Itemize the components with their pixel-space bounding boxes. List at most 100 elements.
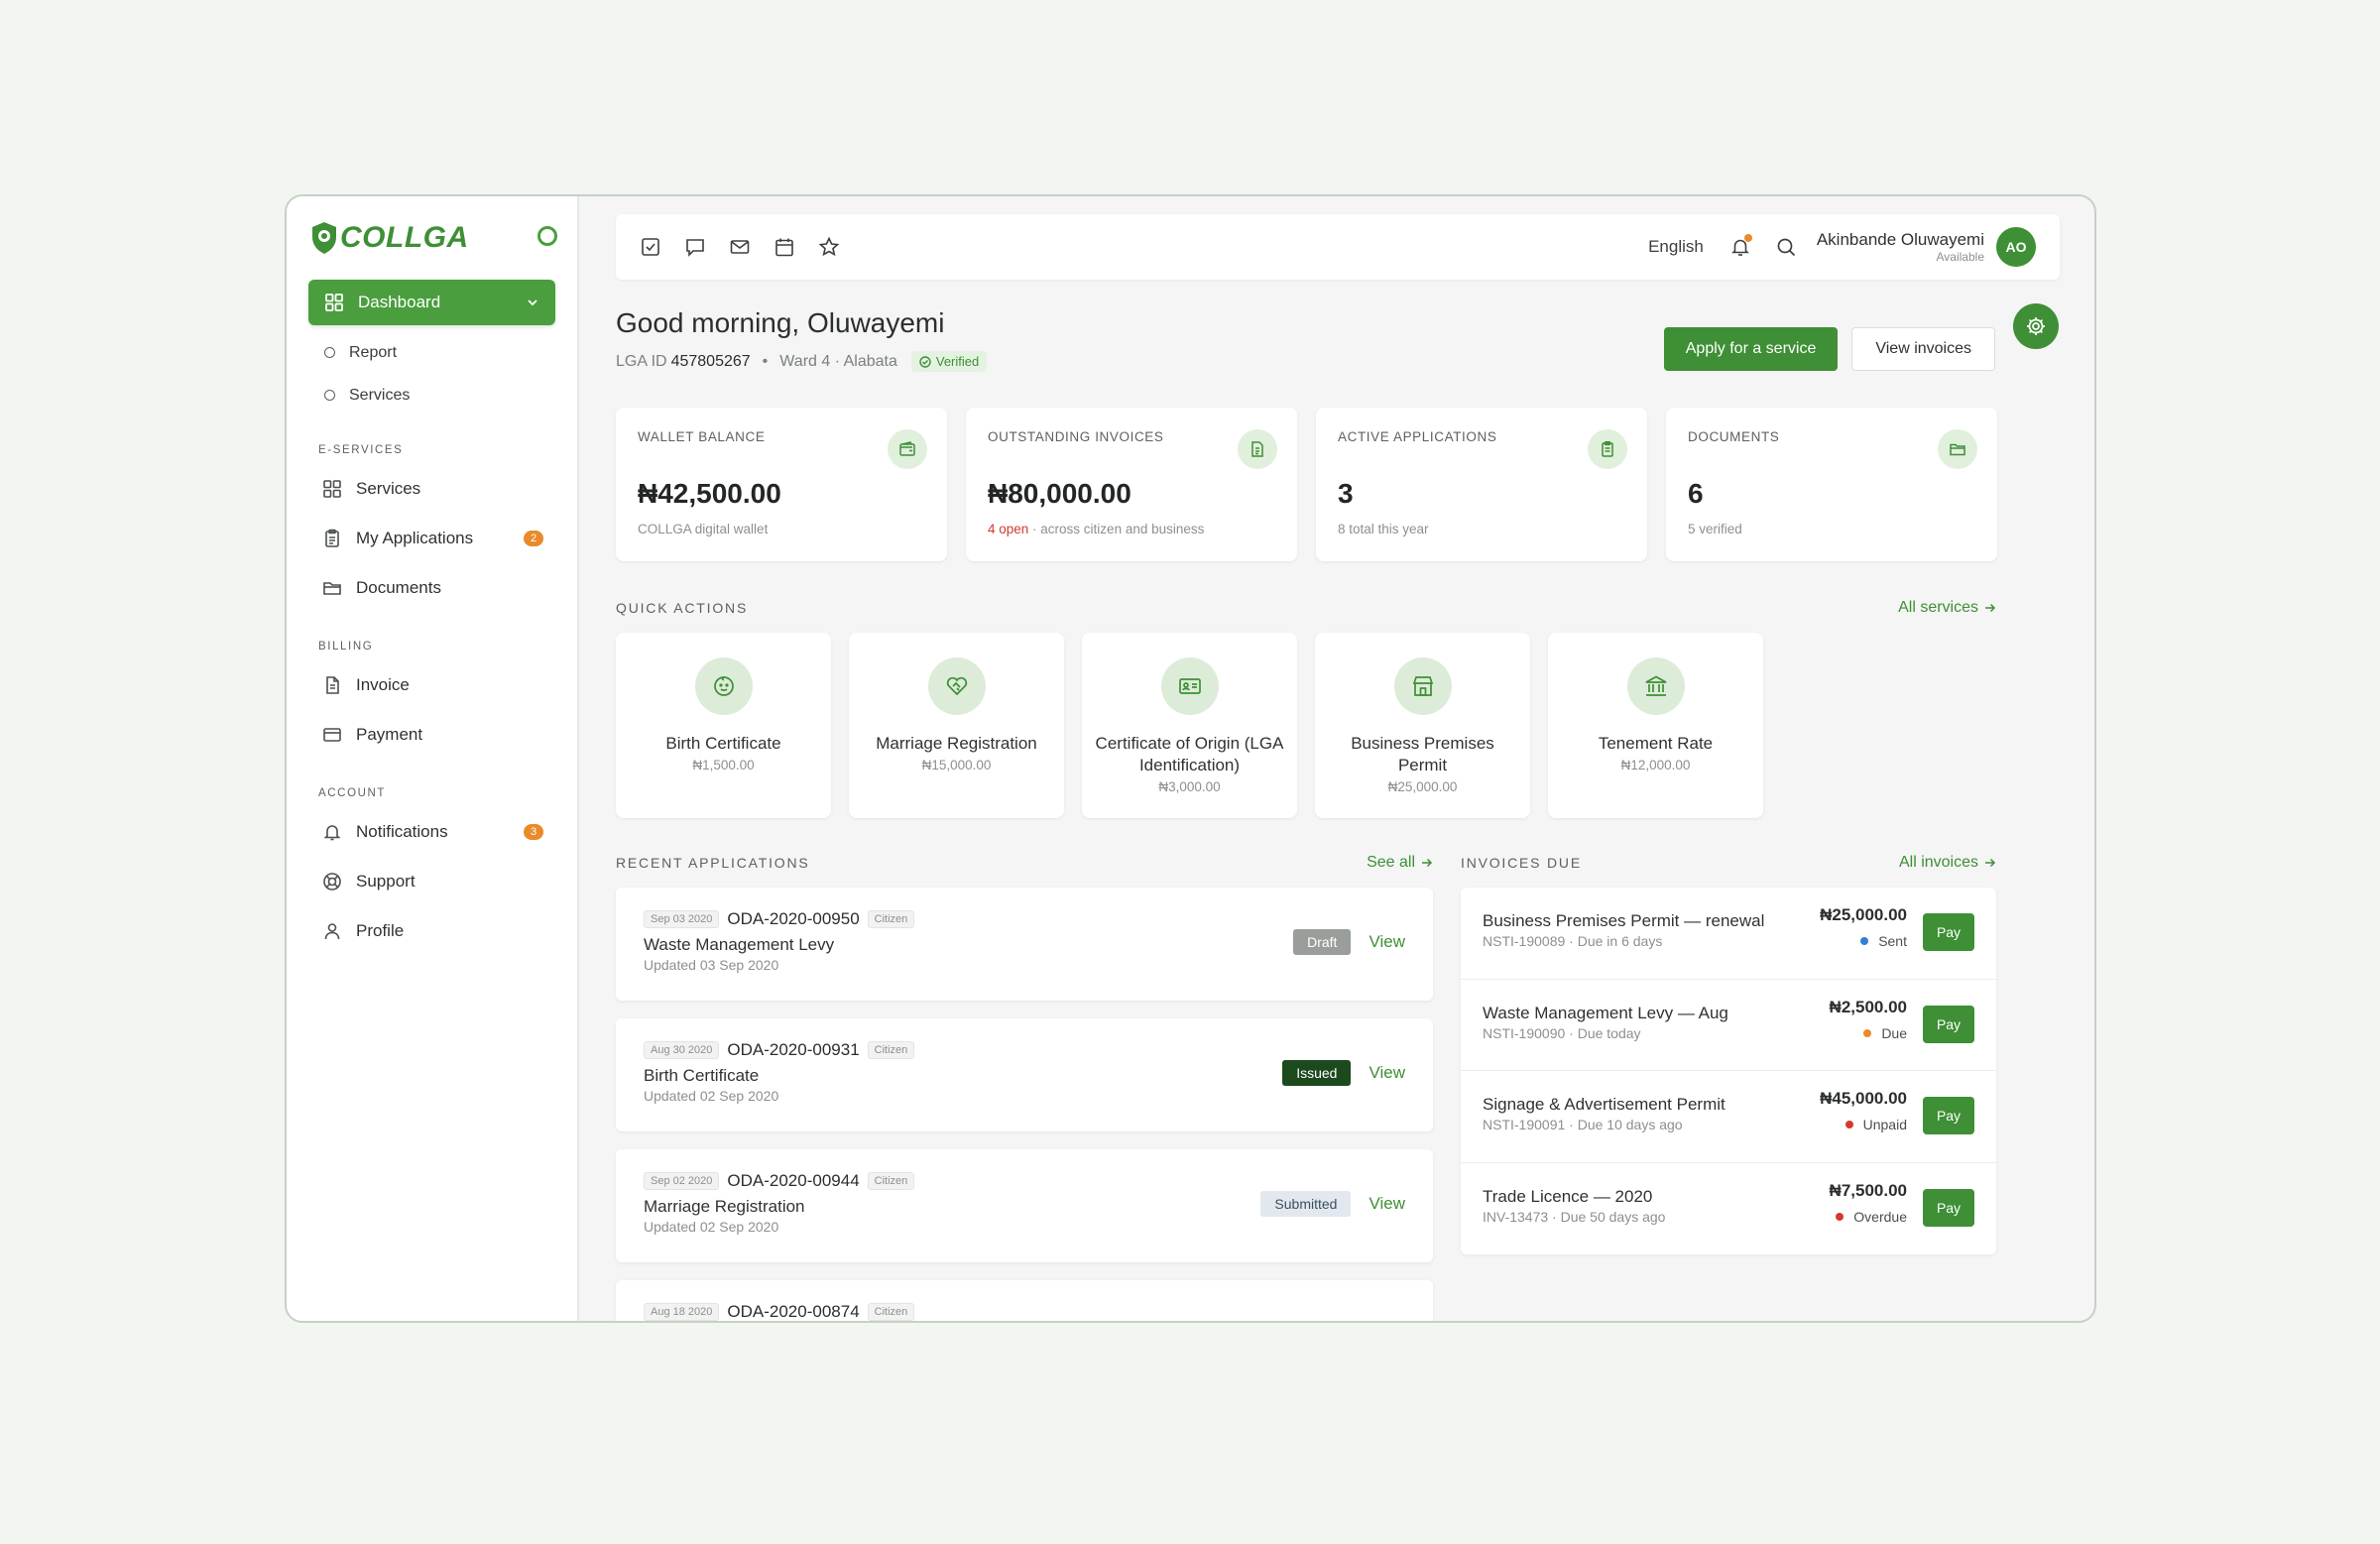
sidebar-item-services[interactable]: Services: [308, 464, 555, 514]
stat-card-outstanding-invoices[interactable]: OUTSTANDING INVOICES ₦80,000.00 4 open ·…: [966, 408, 1297, 561]
baby-icon: [694, 657, 753, 715]
quick-action-marriage-registration[interactable]: Marriage Registration ₦15,000.00: [849, 633, 1064, 818]
language-selector[interactable]: English: [1648, 237, 1704, 257]
invoice-status: Due: [1830, 1025, 1907, 1041]
status-indicator-icon: [537, 226, 557, 246]
date-pill: Sep 03 2020: [644, 910, 720, 928]
sidebar-item-label: My Applications: [356, 529, 474, 547]
sidebar-item-profile[interactable]: Profile: [308, 906, 555, 956]
bell-icon: [323, 825, 341, 841]
invoice-row[interactable]: Signage & Advertisement Permit NSTI-1900…: [1461, 1071, 1996, 1163]
link-label: All services: [1898, 599, 1978, 616]
stat-label: DOCUMENTS: [1688, 429, 1780, 444]
sidebar-item-dashboard[interactable]: Dashboard: [308, 280, 555, 325]
view-link[interactable]: View: [1368, 932, 1405, 952]
apply-service-button[interactable]: Apply for a service: [1663, 327, 1839, 371]
see-all-link[interactable]: See all: [1367, 854, 1433, 872]
pay-button[interactable]: Pay: [1923, 1005, 1974, 1043]
lga-id-label: LGA ID: [616, 352, 667, 370]
application-card[interactable]: Sep 03 2020 ODA-2020-00950 Citizen Waste…: [616, 888, 1433, 1001]
invoices-due: INVOICES DUE All invoices Business Premi…: [1461, 854, 1996, 1321]
application-header: Aug 18 2020 ODA-2020-00874 Citizen: [644, 1302, 1405, 1321]
header-actions: Apply for a service View invoices: [1663, 327, 1995, 371]
application-card[interactable]: Sep 02 2020 ODA-2020-00944 Citizen Marri…: [616, 1149, 1433, 1262]
pay-button[interactable]: Pay: [1923, 1097, 1974, 1134]
count-badge: 2: [524, 531, 543, 546]
open-count: 4 open: [988, 522, 1029, 536]
stat-subtext: 4 open · across citizen and business: [988, 522, 1275, 536]
sidebar-item-invoice[interactable]: Invoice: [308, 660, 555, 710]
application-card[interactable]: Aug 18 2020 ODA-2020-00874 Citizen: [616, 1280, 1433, 1321]
stat-value: ₦42,500.00: [638, 478, 781, 509]
verified-badge: Verified: [910, 351, 988, 372]
status-label: Unpaid: [1862, 1117, 1907, 1132]
quick-action-certificate-of-origin[interactable]: Certificate of Origin (LGA Identificatio…: [1082, 633, 1297, 818]
all-services-link[interactable]: All services: [1898, 599, 1996, 617]
user-info[interactable]: Akinbande Oluwayemi Available: [1817, 230, 1984, 264]
invoice-amount: ₦45,000.00: [1820, 1089, 1907, 1108]
application-id: ODA-2020-00931: [727, 1040, 860, 1059]
invoice-row[interactable]: Waste Management Levy — Aug NSTI-190090 …: [1461, 980, 1996, 1071]
application-card[interactable]: Aug 30 2020 ODA-2020-00931 Citizen Birth…: [616, 1018, 1433, 1131]
lifebuoy-icon: [323, 873, 341, 891]
ward-text: Ward 4 · Alabata: [779, 352, 897, 370]
status-dot: [1836, 1212, 1844, 1221]
quick-action-birth-certificate[interactable]: Birth Certificate ₦1,500.00: [616, 633, 831, 818]
calendar-icon[interactable]: [774, 236, 795, 258]
top-toolbar: English Akinbande Oluwayemi Available AO: [616, 214, 2060, 280]
quick-action-business-premises-permit[interactable]: Business Premises Permit ₦25,000.00: [1315, 633, 1530, 818]
stat-subtext-label: 8 total this year: [1338, 522, 1429, 536]
section-title: RECENT APPLICATIONS: [616, 855, 810, 871]
sidebar-section-title: E-SERVICES: [318, 444, 404, 456]
stat-value: 6: [1688, 478, 1704, 509]
sidebar-subitem-services[interactable]: Services: [308, 374, 555, 416]
section-title: QUICK ACTIONS: [616, 600, 749, 616]
stat-label: ACTIVE APPLICATIONS: [1338, 429, 1497, 444]
star-icon[interactable]: [818, 236, 840, 258]
wallet-icon: [888, 429, 927, 469]
notifications-button[interactable]: [1729, 234, 1752, 258]
invoice-row[interactable]: Business Premises Permit — renewal NSTI-…: [1461, 888, 1996, 980]
notification-dot: [1743, 234, 1752, 242]
sidebar-item-documents[interactable]: Documents: [308, 563, 555, 613]
sidebar-item-support[interactable]: Support: [308, 857, 555, 906]
view-link[interactable]: View: [1368, 1063, 1405, 1083]
logo[interactable]: COLLGA: [310, 218, 555, 258]
sidebar-item-notifications[interactable]: Notifications 3: [308, 807, 555, 857]
search-icon[interactable]: [1775, 236, 1797, 258]
status-badge: Issued: [1282, 1060, 1352, 1086]
all-invoices-link[interactable]: All invoices: [1899, 854, 1996, 872]
chevron-down-icon: [528, 299, 537, 306]
type-pill: Citizen: [867, 1041, 915, 1059]
grid-icon: [325, 294, 343, 311]
sidebar-item-my-applications[interactable]: My Applications 2: [308, 514, 555, 563]
checkbox-icon[interactable]: [640, 236, 661, 258]
application-actions: Issued View: [1282, 1060, 1405, 1086]
pay-button[interactable]: Pay: [1923, 913, 1974, 951]
invoice-amount: ₦25,000.00: [1820, 905, 1907, 924]
status-label: Sent: [1878, 933, 1907, 949]
stat-card-documents[interactable]: DOCUMENTS 6 5 verified: [1666, 408, 1997, 561]
stat-card-wallet[interactable]: WALLET BALANCE ₦42,500.00 COLLGA digital…: [616, 408, 947, 561]
invoice-amount-block: ₦45,000.00 Unpaid: [1820, 1089, 1907, 1132]
bank-icon: [1626, 657, 1685, 715]
mail-icon[interactable]: [729, 236, 751, 258]
view-link[interactable]: View: [1368, 1194, 1405, 1214]
quick-action-price: ₦15,000.00: [921, 758, 992, 772]
sidebar-item-payment[interactable]: Payment: [308, 710, 555, 760]
avatar[interactable]: AO: [1996, 227, 2036, 267]
view-invoices-button[interactable]: View invoices: [1851, 327, 1995, 371]
quick-action-tenement-rate[interactable]: Tenement Rate ₦12,000.00: [1548, 633, 1763, 818]
pay-button[interactable]: Pay: [1923, 1188, 1974, 1227]
quick-action-price: ₦12,000.00: [1620, 758, 1691, 772]
lga-id-value: 457805267: [670, 352, 751, 370]
stat-card-active-applications[interactable]: ACTIVE APPLICATIONS 3 8 total this year: [1316, 408, 1647, 561]
quick-action-name: Business Premises Permit: [1351, 734, 1494, 774]
sidebar-section-title: BILLING: [318, 641, 374, 653]
chat-icon[interactable]: [684, 236, 706, 258]
arrow-right-icon: [1985, 858, 1996, 868]
settings-button[interactable]: [2013, 303, 2059, 349]
sidebar-subitem-report[interactable]: Report: [308, 331, 555, 374]
clipboard-icon: [325, 529, 339, 547]
invoice-row[interactable]: Trade Licence — 2020 INV-13473 · Due 50 …: [1461, 1163, 1996, 1255]
